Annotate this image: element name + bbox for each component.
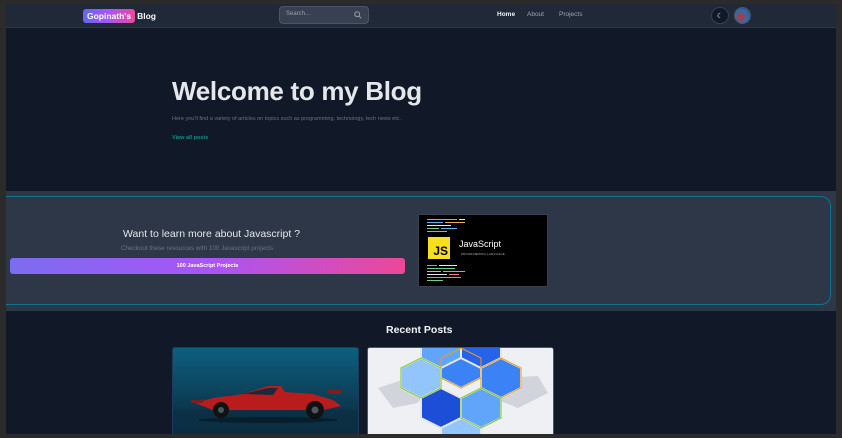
code-line: [427, 268, 455, 270]
nav-projects[interactable]: Projects: [559, 11, 582, 18]
code-line: [427, 277, 461, 279]
nav-about[interactable]: About: [527, 11, 544, 18]
avatar[interactable]: [734, 7, 751, 24]
code-line: [427, 231, 447, 233]
code-line: [427, 225, 451, 227]
view-all-posts-link[interactable]: View all posts: [172, 135, 208, 141]
javascript-banner-image: JS JavaScript PROGRAMMING LANGUAGE: [418, 214, 548, 287]
code-line: [427, 280, 443, 282]
post-card-f1[interactable]: [172, 347, 359, 434]
site-header: Gopinath's Blog Search... Home About Pro…: [6, 4, 836, 28]
code-line: [427, 222, 443, 224]
logo-text: Blog: [137, 11, 156, 21]
javascript-image-subtitle: PROGRAMMING LANGUAGE: [461, 252, 506, 256]
javascript-logo: JS: [428, 237, 450, 259]
recent-posts-heading: Recent Posts: [386, 324, 453, 336]
code-line: [443, 271, 465, 273]
post-card-hexagon-map[interactable]: [367, 347, 554, 434]
javascript-projects-button[interactable]: 100 JavaScript Projects: [10, 258, 405, 274]
post-image-hexagon-map: [368, 348, 553, 434]
hero-title: Welcome to my Blog: [172, 76, 422, 106]
hero-subtitle: Here you'll find a variety of articles o…: [172, 116, 402, 122]
code-line: [427, 219, 457, 221]
search-placeholder: Search...: [286, 11, 311, 17]
moon-icon: ☾: [716, 12, 724, 20]
search-input[interactable]: Search...: [279, 6, 369, 24]
logo-badge: Gopinath's: [83, 9, 136, 23]
javascript-image-title: JavaScript: [459, 239, 502, 249]
code-line: [427, 271, 441, 273]
code-line: [427, 265, 437, 267]
nav-home[interactable]: Home: [497, 11, 515, 18]
code-line: [427, 274, 447, 276]
post-image-race-car: [173, 348, 358, 434]
search-icon[interactable]: [354, 11, 362, 19]
banner-subtitle: Checkout these resources with 100 Javasc…: [121, 245, 274, 252]
code-line: [449, 274, 459, 276]
browser-viewport: Gopinath's Blog Search... Home About Pro…: [6, 4, 836, 434]
code-line: [427, 228, 439, 230]
theme-toggle-button[interactable]: ☾: [711, 7, 729, 24]
code-line: [459, 219, 465, 221]
code-line: [439, 265, 457, 267]
code-line: [445, 222, 465, 224]
code-line: [441, 228, 457, 230]
banner-title: Want to learn more about Javascript ?: [123, 228, 301, 240]
site-logo[interactable]: Gopinath's Blog: [83, 8, 156, 24]
